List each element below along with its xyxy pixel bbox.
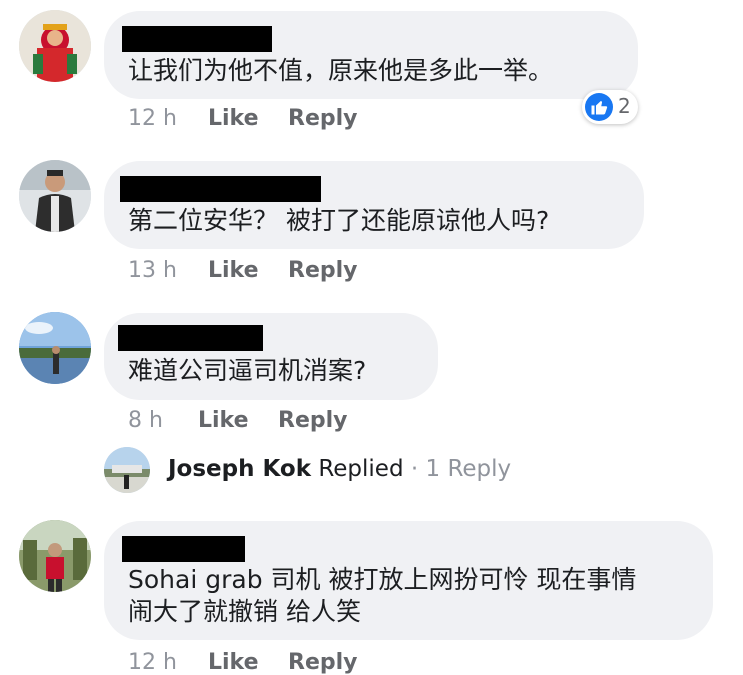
like-icon bbox=[585, 93, 613, 121]
commenter-avatar[interactable] bbox=[19, 312, 91, 384]
timestamp[interactable]: 12 h bbox=[128, 106, 177, 131]
redacted-name bbox=[118, 325, 263, 351]
commenter-avatar[interactable] bbox=[19, 10, 91, 82]
separator-dot: · bbox=[410, 456, 419, 482]
like-button[interactable]: Like bbox=[198, 408, 249, 433]
like-button[interactable]: Like bbox=[208, 106, 259, 131]
reply-button[interactable]: Reply bbox=[288, 106, 358, 131]
comment-text: 让我们为他不值，原来他是多此一举。 bbox=[128, 56, 554, 85]
reply-count[interactable]: 1 Reply bbox=[426, 456, 512, 482]
redacted-name bbox=[122, 26, 272, 52]
reaction-count: 2 bbox=[618, 94, 631, 118]
replied-label: Replied bbox=[318, 456, 404, 482]
comment-text-line-2: 闹大了就撤销 给人笑 bbox=[128, 597, 361, 626]
commenter-avatar[interactable] bbox=[19, 160, 91, 232]
commenter-avatar[interactable] bbox=[19, 520, 91, 592]
comment-text: 难道公司逼司机消案? bbox=[128, 356, 367, 385]
replier-name[interactable]: Joseph Kok bbox=[168, 456, 311, 482]
comment-text: 第二位安华？ 被打了还能原谅他人吗? bbox=[128, 206, 550, 235]
replier-avatar[interactable] bbox=[104, 447, 150, 493]
reaction-badge[interactable]: 2 bbox=[582, 90, 638, 124]
reply-button[interactable]: Reply bbox=[288, 650, 358, 675]
timestamp[interactable]: 8 h bbox=[128, 408, 163, 433]
like-button[interactable]: Like bbox=[208, 650, 259, 675]
reply-button[interactable]: Reply bbox=[288, 258, 358, 283]
redacted-name bbox=[122, 536, 245, 562]
timestamp[interactable]: 12 h bbox=[128, 650, 177, 675]
timestamp[interactable]: 13 h bbox=[128, 258, 177, 283]
reply-button[interactable]: Reply bbox=[278, 408, 348, 433]
replies-summary[interactable]: Joseph Kok Replied · 1 Reply bbox=[168, 456, 511, 482]
comment-text-line-1: Sohai grab 司机 被打放上网扮可怜 现在事情 bbox=[128, 565, 637, 594]
like-button[interactable]: Like bbox=[208, 258, 259, 283]
redacted-name bbox=[120, 176, 321, 202]
